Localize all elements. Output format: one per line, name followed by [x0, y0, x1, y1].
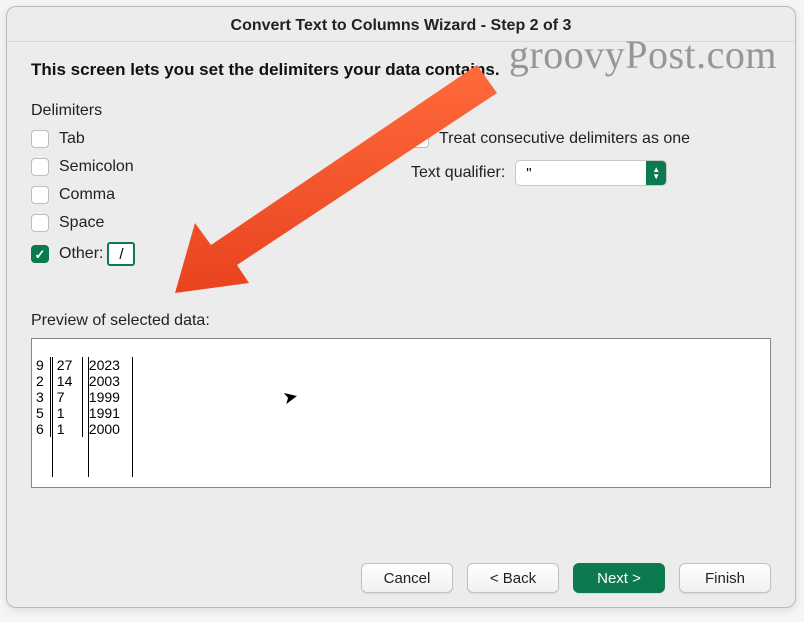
preview-table: 92720232142003371999511991612000	[32, 357, 126, 437]
treat-consecutive-label: Treat consecutive delimiters as one	[439, 130, 690, 148]
delimiter-tab-checkbox[interactable]	[31, 130, 49, 148]
back-button[interactable]: < Back	[467, 563, 559, 593]
delimiter-semicolon-checkbox[interactable]	[31, 158, 49, 176]
table-row: 612000	[32, 421, 126, 437]
button-row: Cancel < Back Next > Finish	[361, 563, 771, 593]
delimiter-comma-row[interactable]: Comma	[31, 186, 371, 204]
table-cell: 7	[50, 389, 82, 405]
delimiter-comma-checkbox[interactable]	[31, 186, 49, 204]
table-row: 371999	[32, 389, 126, 405]
table-row: 2142003	[32, 373, 126, 389]
table-cell: 3	[32, 389, 50, 405]
delimiter-space-row[interactable]: Space	[31, 214, 371, 232]
delimiter-other-checkbox[interactable]	[31, 245, 49, 263]
table-cell: 2	[32, 373, 50, 389]
delimiter-comma-label: Comma	[59, 186, 115, 204]
delimiter-other-row[interactable]: Other:	[31, 242, 371, 266]
table-row: 9272023	[32, 357, 126, 373]
treat-consecutive-row[interactable]: Treat consecutive delimiters as one	[411, 130, 771, 148]
delimiter-other-label: Other:	[59, 245, 103, 263]
table-cell: 27	[50, 357, 82, 373]
delimiter-semicolon-label: Semicolon	[59, 158, 134, 176]
delimiter-tab-row[interactable]: Tab	[31, 130, 371, 148]
updown-icon: ▲▼	[646, 161, 666, 185]
delimiter-other-input[interactable]	[107, 242, 135, 266]
instruction-text: This screen lets you set the delimiters …	[31, 60, 771, 80]
finish-button[interactable]: Finish	[679, 563, 771, 593]
table-cell: 9	[32, 357, 50, 373]
table-cell: 6	[32, 421, 50, 437]
delimiter-semicolon-row[interactable]: Semicolon	[31, 158, 371, 176]
window-title: Convert Text to Columns Wizard - Step 2 …	[7, 7, 795, 42]
dialog-content: This screen lets you set the delimiters …	[7, 42, 795, 504]
delimiter-space-checkbox[interactable]	[31, 214, 49, 232]
treat-consecutive-checkbox[interactable]	[411, 130, 429, 148]
table-cell: 1	[50, 421, 82, 437]
preview-label: Preview of selected data:	[31, 312, 771, 330]
wizard-dialog: Convert Text to Columns Wizard - Step 2 …	[6, 6, 796, 608]
text-qualifier-value: "	[516, 161, 646, 185]
cancel-button[interactable]: Cancel	[361, 563, 453, 593]
next-button[interactable]: Next >	[573, 563, 665, 593]
delimiter-tab-label: Tab	[59, 130, 85, 148]
preview-box: 92720232142003371999511991612000	[31, 338, 771, 488]
table-row: 511991	[32, 405, 126, 421]
table-cell: 14	[50, 373, 82, 389]
delimiters-heading: Delimiters	[31, 102, 371, 120]
delimiter-space-label: Space	[59, 214, 104, 232]
table-cell: 5	[32, 405, 50, 421]
text-qualifier-select[interactable]: " ▲▼	[515, 160, 667, 186]
text-qualifier-label: Text qualifier:	[411, 164, 505, 182]
table-cell: 1	[50, 405, 82, 421]
